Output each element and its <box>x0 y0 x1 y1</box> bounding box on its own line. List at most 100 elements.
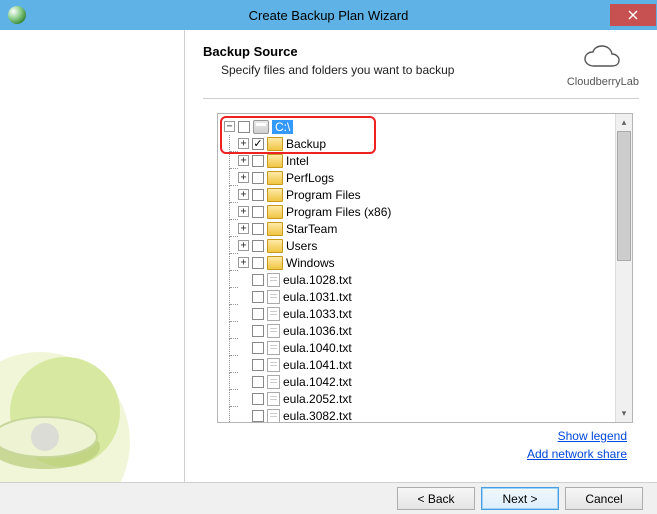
tree-node[interactable]: eula.1040.txt <box>220 339 613 356</box>
folder-icon <box>267 205 283 219</box>
tree-node[interactable]: eula.1042.txt <box>220 373 613 390</box>
tree-node[interactable]: eula.2052.txt <box>220 390 613 407</box>
expand-icon[interactable]: + <box>238 155 249 166</box>
expand-icon[interactable]: + <box>238 172 249 183</box>
close-icon <box>628 10 638 20</box>
brand-logo: CloudberryLab <box>567 44 639 88</box>
tree-node[interactable]: + Intel <box>220 152 613 169</box>
file-icon <box>267 392 280 406</box>
tree-label[interactable]: Windows <box>286 256 335 270</box>
tree-label[interactable]: eula.1031.txt <box>283 290 352 304</box>
tree-label[interactable]: eula.2052.txt <box>283 392 352 406</box>
divider <box>203 98 639 99</box>
collapse-icon[interactable]: − <box>224 121 235 132</box>
scroll-down-icon[interactable]: ▾ <box>616 405 632 422</box>
file-icon <box>267 358 280 372</box>
file-icon <box>267 409 280 423</box>
folder-icon <box>267 154 283 168</box>
vertical-scrollbar[interactable]: ▴ ▾ <box>615 114 632 422</box>
cancel-button[interactable]: Cancel <box>565 487 643 510</box>
tree-node[interactable]: + StarTeam <box>220 220 613 237</box>
drive-icon <box>253 120 269 134</box>
tree-checkbox[interactable] <box>252 223 264 235</box>
tree-node[interactable]: eula.1031.txt <box>220 288 613 305</box>
tree-node[interactable]: eula.1033.txt <box>220 305 613 322</box>
tree-label[interactable]: eula.1028.txt <box>283 273 352 287</box>
next-button[interactable]: Next > <box>481 487 559 510</box>
tree-label[interactable]: StarTeam <box>286 222 337 236</box>
scroll-up-icon[interactable]: ▴ <box>616 114 632 131</box>
page-subheading: Specify files and folders you want to ba… <box>221 63 567 77</box>
show-legend-link[interactable]: Show legend <box>558 429 627 443</box>
tree-checkbox[interactable] <box>252 308 264 320</box>
tree-label[interactable]: Users <box>286 239 317 253</box>
tree-label[interactable]: PerfLogs <box>286 171 334 185</box>
window-title: Create Backup Plan Wizard <box>0 8 657 23</box>
tree-label[interactable]: Intel <box>286 154 309 168</box>
tree-label[interactable]: eula.3082.txt <box>283 409 352 423</box>
tree-checkbox[interactable] <box>252 410 264 422</box>
scrollbar-thumb[interactable] <box>617 131 631 261</box>
tree-label[interactable]: eula.1040.txt <box>283 341 352 355</box>
tree-node[interactable]: + Program Files <box>220 186 613 203</box>
file-icon <box>267 341 280 355</box>
expand-icon[interactable]: + <box>238 240 249 251</box>
folder-icon <box>267 171 283 185</box>
tree-checkbox[interactable] <box>252 172 264 184</box>
close-button[interactable] <box>610 4 656 26</box>
tree-checkbox[interactable] <box>252 376 264 388</box>
tree-checkbox[interactable] <box>252 257 264 269</box>
tree-checkbox[interactable] <box>252 274 264 286</box>
folder-icon <box>267 239 283 253</box>
tree-node[interactable]: + Program Files (x86) <box>220 203 613 220</box>
titlebar[interactable]: Create Backup Plan Wizard <box>0 0 657 30</box>
expand-icon[interactable]: + <box>238 138 249 149</box>
tree-label[interactable]: Program Files (x86) <box>286 205 391 219</box>
tree-node[interactable]: + PerfLogs <box>220 169 613 186</box>
tree-checkbox[interactable] <box>252 240 264 252</box>
file-tree: − C:\ + Backup + Intel + PerfLogs + Prog… <box>217 113 633 423</box>
tree-node[interactable]: eula.3082.txt <box>220 407 613 422</box>
tree-node[interactable]: + Backup <box>220 135 613 152</box>
add-network-share-link[interactable]: Add network share <box>527 447 627 461</box>
tree-node[interactable]: + Users <box>220 237 613 254</box>
tree-label[interactable]: C:\ <box>272 120 293 134</box>
tree-checkbox[interactable] <box>252 206 264 218</box>
tree-checkbox[interactable] <box>252 342 264 354</box>
expand-icon[interactable]: + <box>238 189 249 200</box>
tree-checkbox[interactable] <box>252 291 264 303</box>
tree-root[interactable]: − C:\ <box>220 118 613 135</box>
tree-checkbox[interactable] <box>252 138 264 150</box>
tree-node[interactable]: eula.1028.txt <box>220 271 613 288</box>
tree-node[interactable]: eula.1041.txt <box>220 356 613 373</box>
folder-icon <box>267 256 283 270</box>
tree-checkbox[interactable] <box>238 121 250 133</box>
wizard-footer: < Back Next > Cancel <box>0 482 657 514</box>
back-button[interactable]: < Back <box>397 487 475 510</box>
cloud-icon <box>580 44 626 74</box>
folder-icon <box>267 137 283 151</box>
expand-icon[interactable]: + <box>238 257 249 268</box>
tree-node[interactable]: + Windows <box>220 254 613 271</box>
tree-checkbox[interactable] <box>252 189 264 201</box>
tree-label[interactable]: Program Files <box>286 188 361 202</box>
tree-label[interactable]: eula.1041.txt <box>283 358 352 372</box>
tree-label[interactable]: eula.1036.txt <box>283 324 352 338</box>
tree-label[interactable]: Backup <box>286 137 326 151</box>
tree-checkbox[interactable] <box>252 325 264 337</box>
expand-icon[interactable]: + <box>238 223 249 234</box>
wizard-main: Backup Source Specify files and folders … <box>185 30 657 482</box>
folder-icon <box>267 222 283 236</box>
page-heading: Backup Source <box>203 44 567 59</box>
tree-checkbox[interactable] <box>252 155 264 167</box>
sidebar-artwork <box>0 272 185 482</box>
tree-checkbox[interactable] <box>252 393 264 405</box>
tree-label[interactable]: eula.1033.txt <box>283 307 352 321</box>
tree-checkbox[interactable] <box>252 359 264 371</box>
wizard-sidebar <box>0 30 185 482</box>
file-icon <box>267 324 280 338</box>
file-icon <box>267 307 280 321</box>
tree-label[interactable]: eula.1042.txt <box>283 375 352 389</box>
expand-icon[interactable]: + <box>238 206 249 217</box>
tree-node[interactable]: eula.1036.txt <box>220 322 613 339</box>
